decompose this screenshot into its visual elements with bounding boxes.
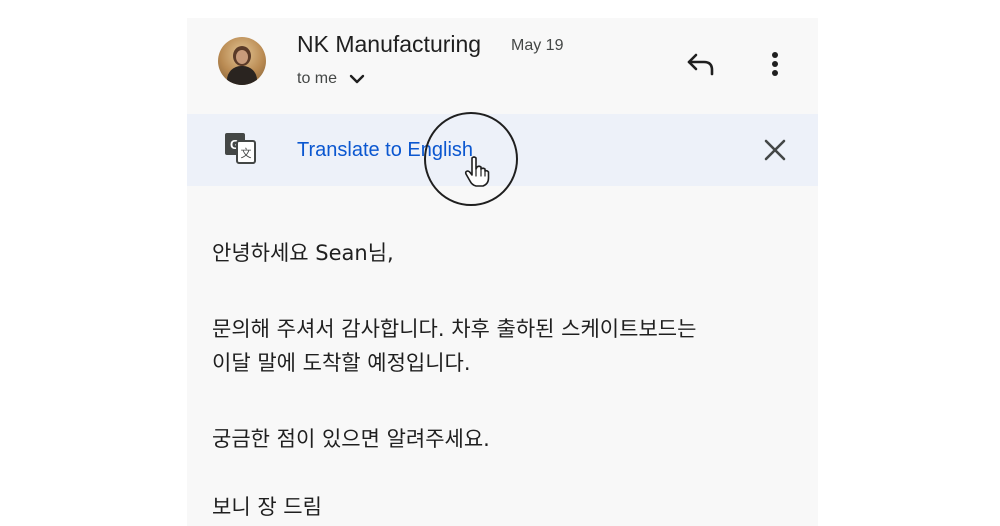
close-icon [764,139,786,161]
more-vert-icon [772,52,778,76]
chevron-down-icon [349,74,365,84]
reply-button[interactable] [683,46,719,82]
email-date: May 19 [511,37,564,54]
email-card: NK Manufacturing May 19 to me G 文 Transl… [187,18,818,526]
paragraph-1-line-2: 이달 말에 도착할 예정입니다. [212,351,471,375]
email-paragraph-1: 문의해 주셔서 감사합니다. 차후 출하된 스케이트보드는 이달 말에 도착할 … [212,312,696,380]
google-translate-icon: G 文 [223,131,259,167]
sender-name[interactable]: NK Manufacturing [297,31,481,58]
reply-icon [687,53,714,76]
avatar-body [227,66,257,85]
translate-to-english-link[interactable]: Translate to English [297,139,473,162]
avatar-face [236,50,248,64]
email-greeting: 안녕하세요 Sean님, [212,241,394,265]
recipient-label: to me [297,70,338,87]
more-options-button[interactable] [763,48,787,80]
svg-text:文: 文 [241,146,252,160]
email-signature: 보니 장 드림 [212,495,322,519]
sender-avatar[interactable] [218,37,266,85]
close-translate-button[interactable] [761,136,789,164]
paragraph-1-line-1: 문의해 주셔서 감사합니다. 차후 출하된 스케이트보드는 [212,317,697,341]
recipient-toggle[interactable]: to me [297,70,365,88]
email-paragraph-2: 궁금한 점이 있으면 알려주세요. [212,427,490,451]
translate-banner: G 文 Translate to English [187,114,818,186]
